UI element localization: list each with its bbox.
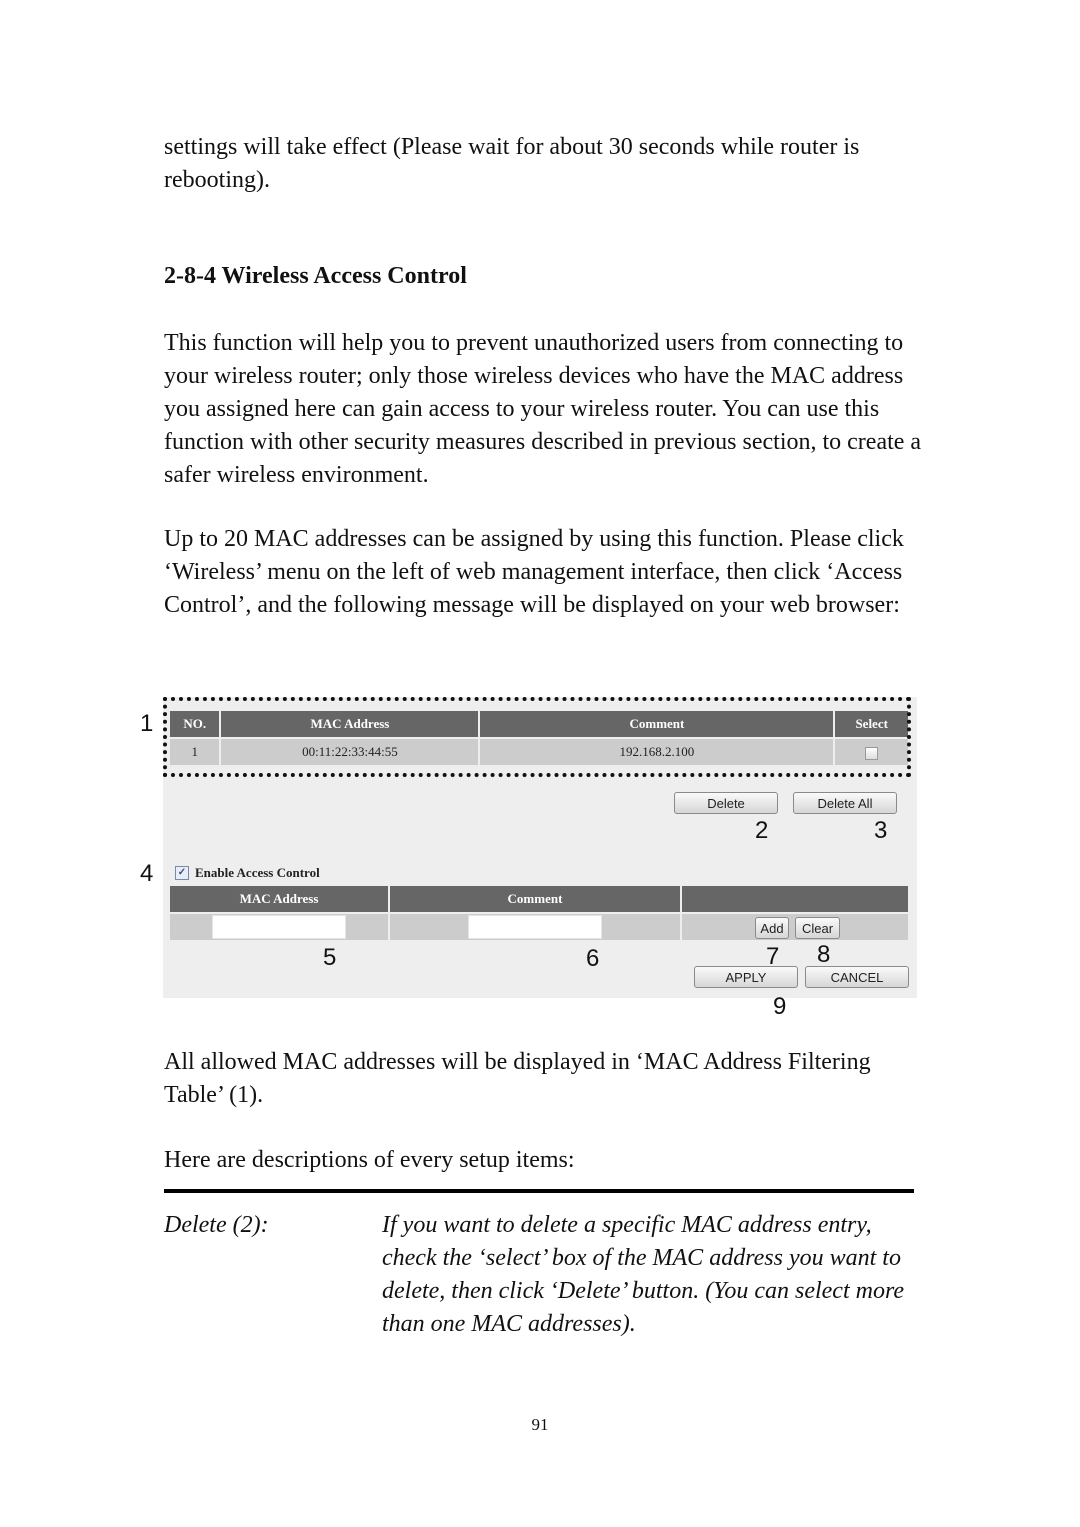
paragraph-1: This function will help you to prevent u…: [164, 330, 922, 488]
paragraph-2: Up to 20 MAC addresses can be assigned b…: [164, 526, 904, 618]
callout-6: 6: [586, 945, 600, 972]
paragraph-4: Here are descriptions of every setup ite…: [164, 1147, 575, 1173]
delete-all-button[interactable]: Delete All: [793, 792, 897, 814]
callout-4: 4: [140, 860, 154, 887]
callout-1: 1: [140, 710, 154, 737]
callout-2: 2: [755, 817, 769, 844]
col-actions: [682, 886, 908, 912]
cancel-button[interactable]: CANCEL: [805, 966, 909, 988]
col-mac-address: MAC Address: [170, 886, 388, 912]
section-heading: 2-8-4 Wireless Access Control: [164, 263, 467, 289]
mac-address-input[interactable]: [212, 915, 346, 939]
comment-input[interactable]: [468, 915, 602, 939]
item-term: Delete (2):: [164, 1212, 269, 1238]
enable-label: Enable Access Control: [195, 865, 320, 880]
intro-text: settings will take effect (Please wait f…: [164, 134, 860, 193]
clear-button[interactable]: Clear: [795, 917, 840, 939]
enable-checkbox[interactable]: ✓: [175, 866, 189, 880]
apply-button[interactable]: APPLY: [694, 966, 798, 988]
callout-8: 8: [817, 941, 831, 968]
page-number: 91: [531, 1415, 549, 1434]
table-highlight-box: [163, 697, 911, 777]
delete-button[interactable]: Delete: [674, 792, 778, 814]
enable-access-control[interactable]: ✓ Enable Access Control: [175, 865, 320, 881]
callout-3: 3: [874, 817, 888, 844]
callout-7: 7: [766, 943, 780, 970]
callout-5: 5: [323, 944, 337, 971]
divider: [164, 1189, 914, 1193]
item-description: If you want to delete a specific MAC add…: [382, 1212, 905, 1337]
callout-9: 9: [773, 993, 787, 1020]
col-comment: Comment: [390, 886, 680, 912]
paragraph-3: All allowed MAC addresses will be displa…: [164, 1049, 871, 1108]
add-button[interactable]: Add: [755, 917, 789, 939]
